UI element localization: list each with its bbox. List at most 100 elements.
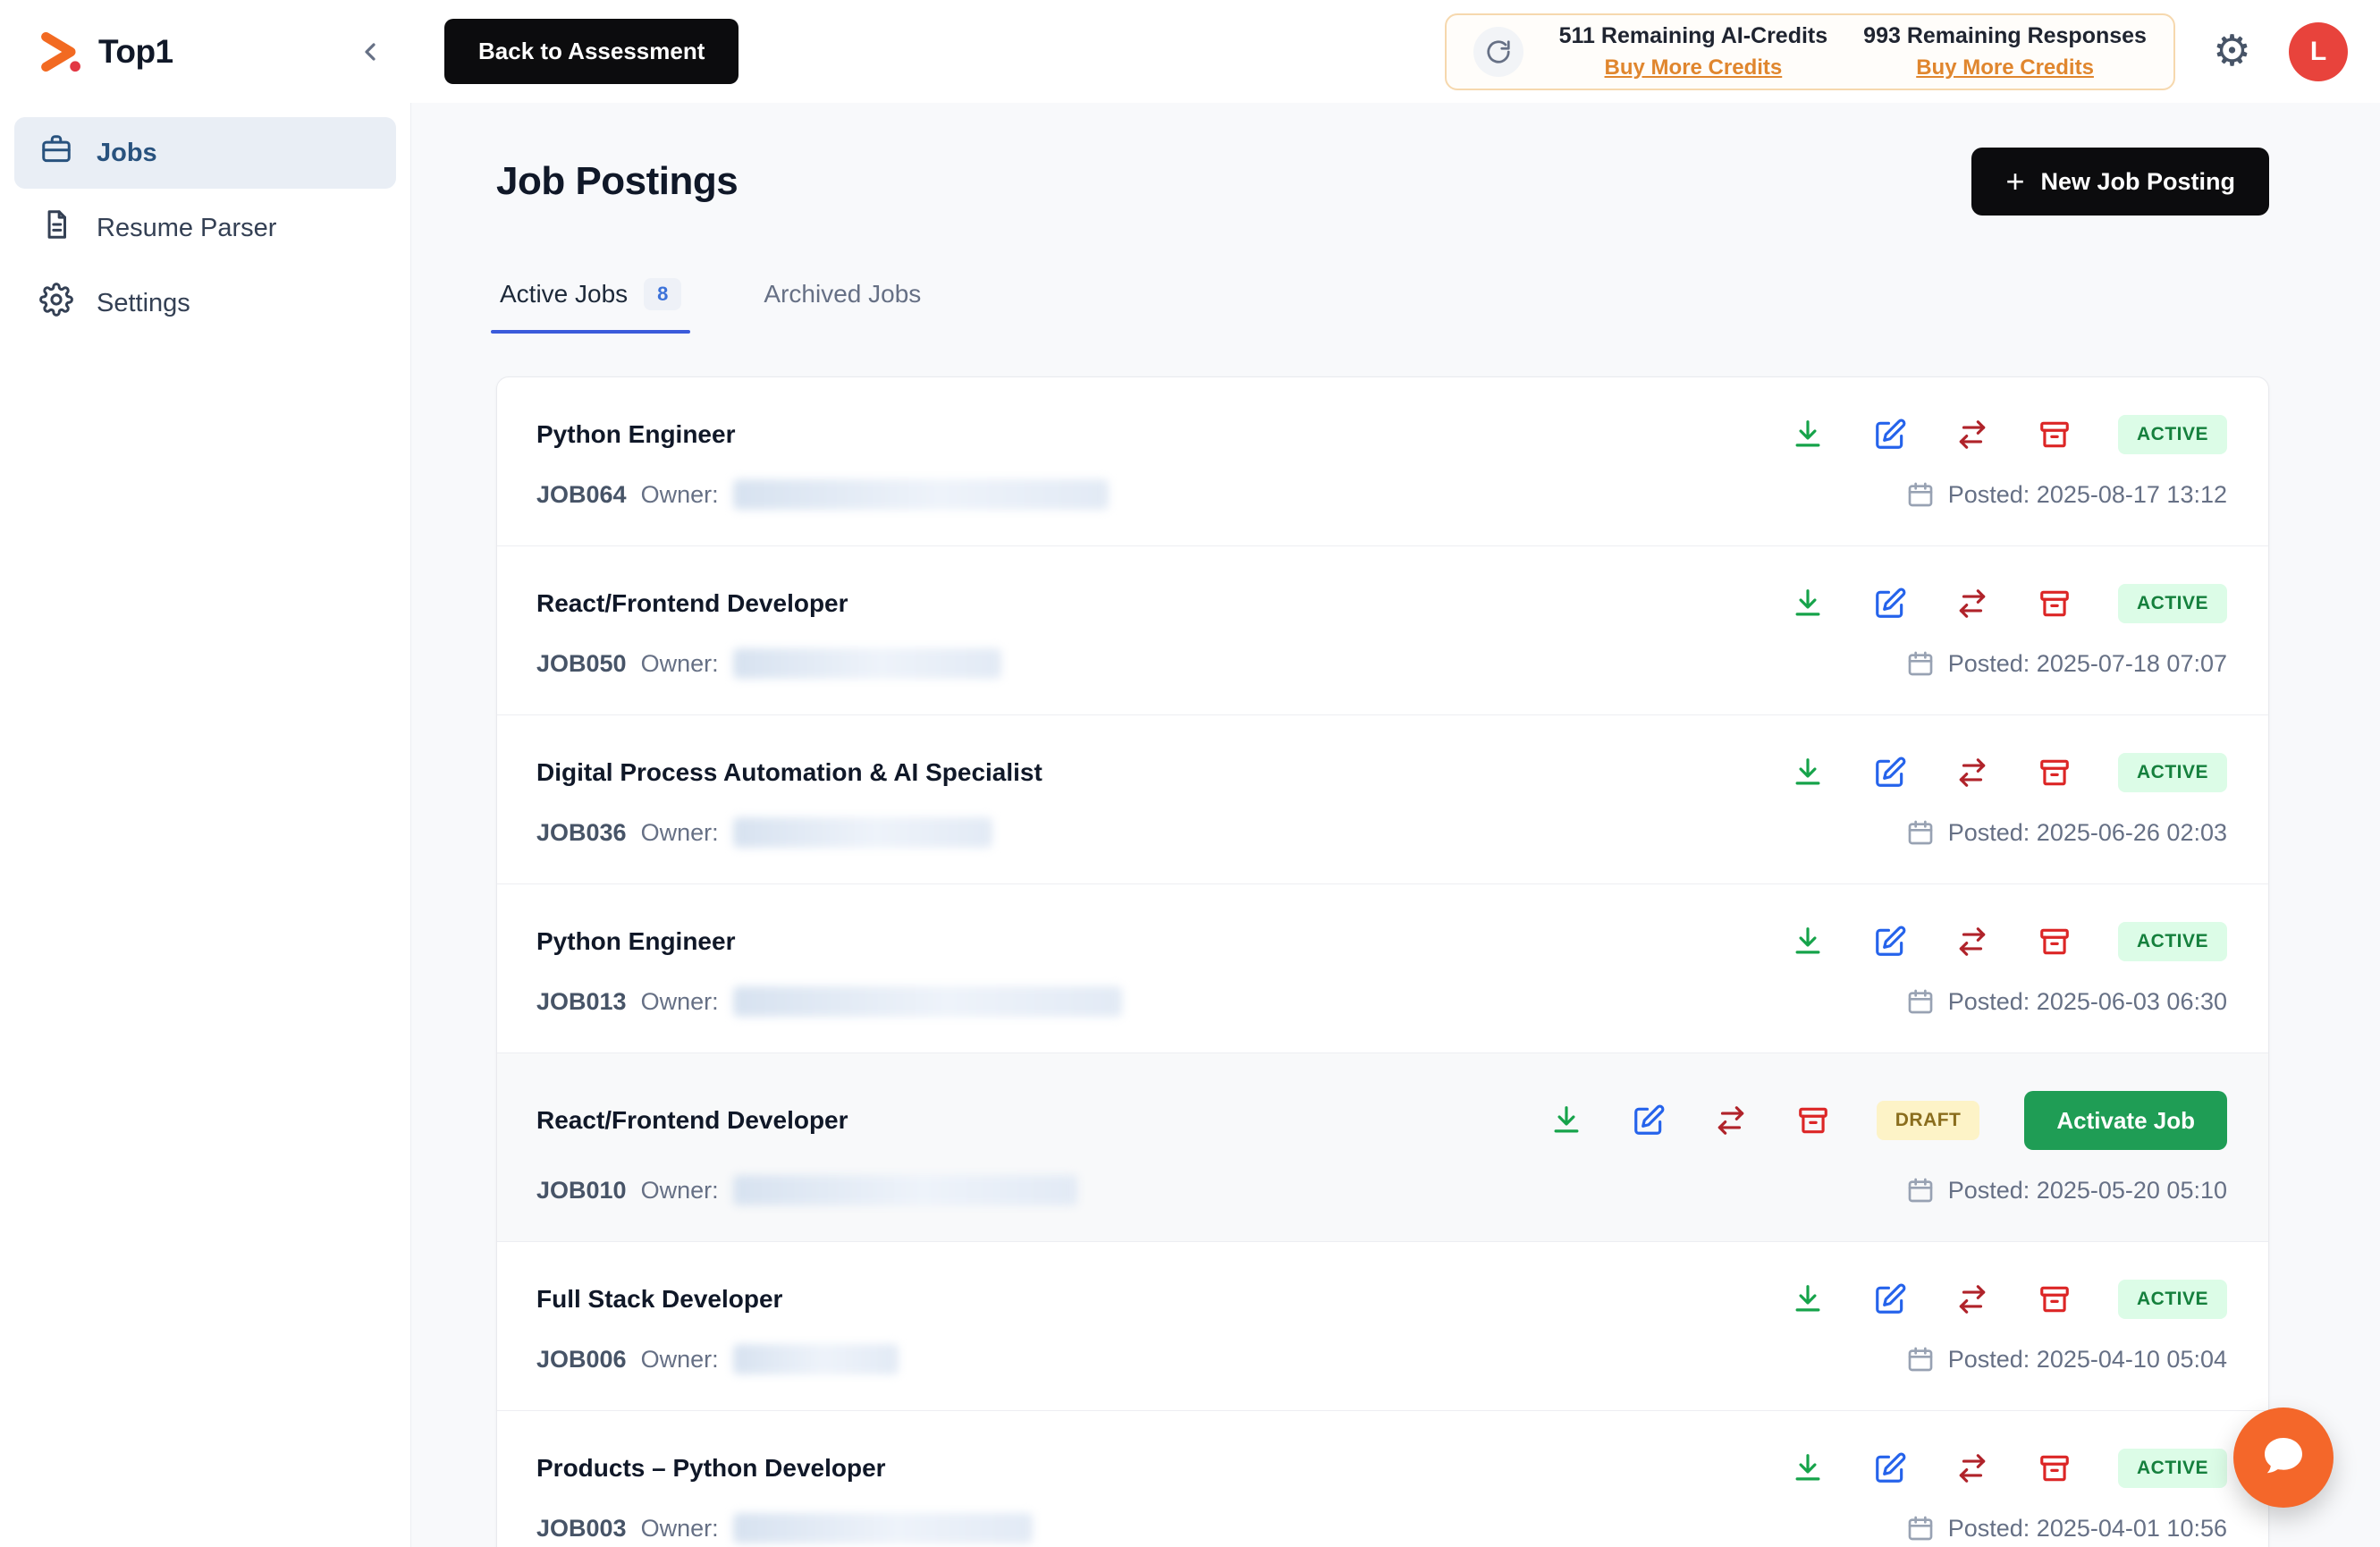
posted-date: Posted: 2025-05-20 05:10 [1948, 1177, 2227, 1205]
job-actions: ACTIVE [1789, 1449, 2227, 1488]
job-id: JOB050 [536, 650, 627, 678]
buy-more-credits-link[interactable]: Buy More Credits [1605, 55, 1783, 80]
owner-redacted [733, 648, 1001, 679]
settings-gear-icon[interactable]: ⚙ [2213, 30, 2251, 73]
edit-icon[interactable] [1871, 1281, 1909, 1318]
owner-label: Owner: [641, 1177, 719, 1205]
swap-icon[interactable] [1954, 416, 1991, 453]
download-icon[interactable] [1789, 923, 1827, 960]
plus-icon: + [2005, 165, 2024, 198]
avatar[interactable]: L [2289, 22, 2348, 81]
job-id: JOB036 [536, 819, 627, 847]
edit-icon[interactable] [1871, 416, 1909, 453]
tab-label: Active Jobs [500, 280, 628, 309]
job-title: React/Frontend Developer [536, 1106, 848, 1135]
edit-icon[interactable] [1871, 1450, 1909, 1487]
job-row: React/Frontend Developer [497, 545, 2268, 714]
job-id: JOB003 [536, 1515, 627, 1543]
swap-icon[interactable] [1954, 754, 1991, 791]
sidebar-item-label: Jobs [97, 139, 157, 168]
posted-date: Posted: 2025-04-10 05:04 [1948, 1346, 2227, 1374]
job-actions: DRAFT Activate Job [1548, 1091, 2227, 1150]
brand-name: Top1 [98, 33, 173, 71]
edit-icon[interactable] [1871, 923, 1909, 960]
back-to-assessment-button[interactable]: Back to Assessment [444, 19, 738, 84]
swap-icon[interactable] [1954, 923, 1991, 960]
job-title: Python Engineer [536, 927, 735, 956]
download-icon[interactable] [1789, 1281, 1827, 1318]
ai-credits-block: 511 Remaining AI-Credits Buy More Credit… [1559, 23, 1828, 80]
status-badge: ACTIVE [2118, 1280, 2227, 1319]
owner-redacted [733, 817, 992, 848]
status-badge: ACTIVE [2118, 1449, 2227, 1488]
status-badge: ACTIVE [2118, 753, 2227, 792]
refresh-credits-icon[interactable] [1473, 27, 1523, 77]
main-content: Job Postings + New Job Posting Active Jo… [411, 103, 2380, 1547]
owner-label: Owner: [641, 650, 719, 678]
owner-redacted [733, 1175, 1077, 1205]
topbar-right-cluster: 511 Remaining AI-Credits Buy More Credit… [1445, 0, 2348, 103]
edit-icon[interactable] [1630, 1102, 1667, 1139]
swap-icon[interactable] [1954, 1281, 1991, 1318]
job-actions: ACTIVE [1789, 1280, 2227, 1319]
sidebar-collapse-button[interactable] [350, 32, 390, 72]
job-row: Full Stack Developer [497, 1241, 2268, 1410]
owner-label: Owner: [641, 1515, 719, 1543]
archive-icon[interactable] [1794, 1102, 1832, 1139]
download-icon[interactable] [1789, 754, 1827, 791]
job-title: Python Engineer [536, 420, 735, 449]
posted-date: Posted: 2025-06-03 06:30 [1948, 988, 2227, 1016]
download-icon[interactable] [1789, 416, 1827, 453]
sidebar-item-settings[interactable]: Settings [14, 267, 396, 339]
swap-icon[interactable] [1954, 585, 1991, 622]
owner-redacted [733, 479, 1109, 510]
buy-more-responses-link[interactable]: Buy More Credits [1916, 55, 2094, 80]
briefcase-icon [39, 132, 73, 173]
credits-box: 511 Remaining AI-Credits Buy More Credit… [1445, 13, 2175, 90]
archive-icon[interactable] [2036, 416, 2073, 453]
job-actions: ACTIVE [1789, 584, 2227, 623]
owner-label: Owner: [641, 819, 719, 847]
sidebar-item-resume-parser[interactable]: Resume Parser [14, 192, 396, 264]
calendar-icon [1906, 1176, 1935, 1205]
calendar-icon [1906, 649, 1935, 678]
swap-icon[interactable] [1712, 1102, 1750, 1139]
download-icon[interactable] [1789, 1450, 1827, 1487]
archive-icon[interactable] [2036, 1450, 2073, 1487]
new-job-posting-label: New Job Posting [2040, 168, 2235, 196]
job-title: React/Frontend Developer [536, 589, 848, 618]
posted-date: Posted: 2025-04-01 10:56 [1948, 1515, 2227, 1543]
download-icon[interactable] [1789, 585, 1827, 622]
posted-date: Posted: 2025-07-18 07:07 [1948, 650, 2227, 678]
job-row: Products – Python Developer [497, 1410, 2268, 1547]
archive-icon[interactable] [2036, 585, 2073, 622]
job-row: Digital Process Automation & AI Speciali… [497, 714, 2268, 883]
edit-icon[interactable] [1871, 585, 1909, 622]
job-row: React/Frontend Developer [497, 1052, 2268, 1241]
archive-icon[interactable] [2036, 923, 2073, 960]
job-list: Python Engineer [496, 376, 2269, 1547]
owner-redacted [733, 1513, 1033, 1543]
sidebar-item-jobs[interactable]: Jobs [14, 117, 396, 189]
chat-fab-button[interactable] [2233, 1408, 2334, 1508]
archive-icon[interactable] [2036, 754, 2073, 791]
archive-icon[interactable] [2036, 1281, 2073, 1318]
topbar: Top1 Back to Assessment 511 Remaining AI… [0, 0, 2380, 103]
sidebar: Jobs Resume Parser Settings [0, 103, 411, 1547]
brand-logo-icon [36, 28, 84, 76]
sidebar-item-label: Settings [97, 289, 190, 318]
responses-count: 993 Remaining Responses [1863, 23, 2147, 49]
page-title: Job Postings [496, 159, 738, 204]
job-row: Python Engineer [497, 377, 2268, 545]
activate-job-button[interactable]: Activate Job [2024, 1091, 2227, 1150]
edit-icon[interactable] [1871, 754, 1909, 791]
posted-date: Posted: 2025-08-17 13:12 [1948, 481, 2227, 509]
sidebar-item-label: Resume Parser [97, 214, 276, 243]
download-icon[interactable] [1548, 1102, 1585, 1139]
new-job-posting-button[interactable]: + New Job Posting [1971, 148, 2269, 216]
tab-label: Archived Jobs [764, 280, 921, 309]
swap-icon[interactable] [1954, 1450, 1991, 1487]
tab-archived-jobs[interactable]: Archived Jobs [760, 278, 924, 334]
tab-active-jobs[interactable]: Active Jobs 8 [496, 278, 685, 334]
job-title: Full Stack Developer [536, 1285, 782, 1314]
